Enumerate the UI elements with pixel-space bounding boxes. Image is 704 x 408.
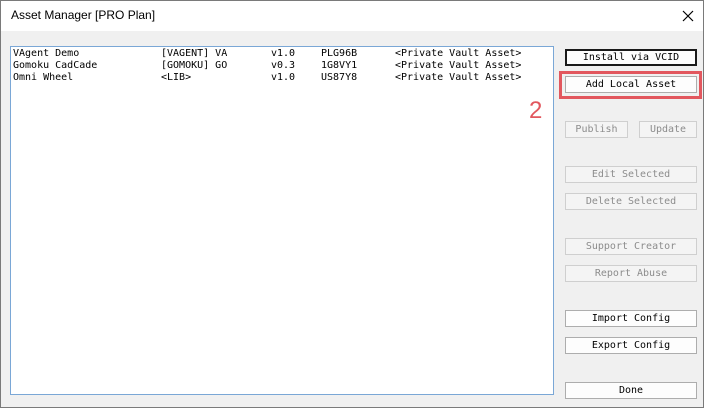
asset-source: <Private Vault Asset> xyxy=(395,60,522,71)
install-via-vcid-button[interactable]: Install via VCID xyxy=(565,49,697,66)
asset-name: Omni Wheel xyxy=(13,72,74,83)
export-config-button[interactable]: Export Config xyxy=(565,337,697,354)
asset-name: Gomoku CadCade xyxy=(13,60,98,71)
title-bar: Asset Manager [PRO Plan] xyxy=(1,1,703,31)
asset-version: v1.0 xyxy=(271,48,296,59)
asset-vcid: 1G8VY1 xyxy=(321,60,358,71)
asset-vcid: US87Y8 xyxy=(321,72,358,83)
update-button[interactable]: Update xyxy=(639,121,697,138)
list-item[interactable]: Omni Wheel <LIB> v1.0 US87Y8 <Private Va… xyxy=(13,72,551,84)
asset-tag: <LIB> xyxy=(161,72,192,83)
asset-source: <Private Vault Asset> xyxy=(395,72,522,83)
list-item[interactable]: Gomoku CadCade [GOMOKU] GO v0.3 1G8VY1 <… xyxy=(13,60,551,72)
asset-tag: [GOMOKU] GO xyxy=(161,60,228,71)
asset-tag: [VAGENT] VA xyxy=(161,48,228,59)
delete-selected-button[interactable]: Delete Selected xyxy=(565,193,697,210)
publish-button[interactable]: Publish xyxy=(565,121,628,138)
asset-version: v0.3 xyxy=(271,60,296,71)
asset-vcid: PLG96B xyxy=(321,48,358,59)
close-button[interactable] xyxy=(673,1,703,31)
annotation-highlight-box xyxy=(559,71,702,99)
annotation-step-number: 2 xyxy=(529,97,543,124)
asset-list[interactable]: VAgent Demo [VAGENT] VA v1.0 PLG96B <Pri… xyxy=(10,46,554,395)
edit-selected-button[interactable]: Edit Selected xyxy=(565,166,697,183)
support-creator-button[interactable]: Support Creator xyxy=(565,238,697,255)
done-button[interactable]: Done xyxy=(565,382,697,399)
report-abuse-button[interactable]: Report Abuse xyxy=(565,265,697,282)
asset-name: VAgent Demo xyxy=(13,48,80,59)
asset-source: <Private Vault Asset> xyxy=(395,48,522,59)
close-icon xyxy=(682,10,694,22)
asset-manager-window: Asset Manager [PRO Plan] VAgent Demo [VA… xyxy=(0,0,704,408)
list-item[interactable]: VAgent Demo [VAGENT] VA v1.0 PLG96B <Pri… xyxy=(13,48,551,60)
window-title: Asset Manager [PRO Plan] xyxy=(11,8,156,22)
asset-version: v1.0 xyxy=(271,72,296,83)
import-config-button[interactable]: Import Config xyxy=(565,310,697,327)
